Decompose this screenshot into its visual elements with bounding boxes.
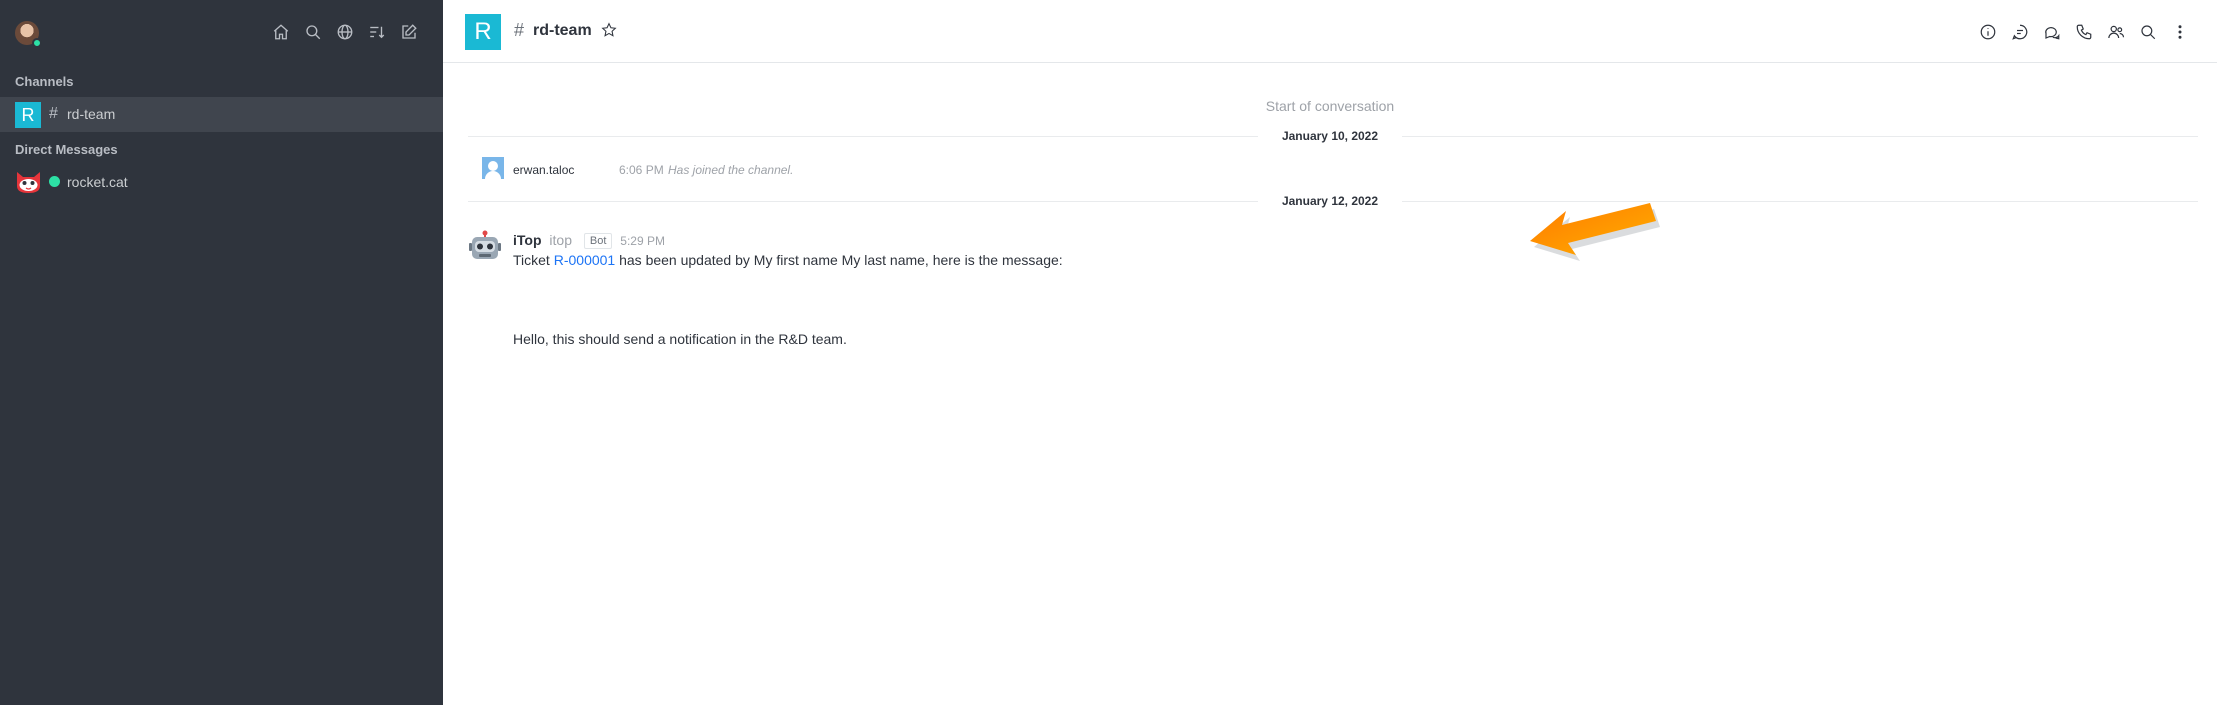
date-divider: January 10, 2022	[443, 129, 2217, 143]
members-icon[interactable]	[2106, 22, 2126, 42]
sort-icon[interactable]	[367, 22, 387, 42]
hashtag-icon: #	[514, 20, 525, 40]
system-message-user[interactable]: erwan.taloc	[513, 163, 574, 177]
room-header: R # rd-team	[443, 0, 2217, 63]
message-header: iTop itop Bot 5:29 PM	[513, 232, 665, 249]
hashtag-icon: #	[49, 105, 58, 122]
room-avatar: R	[465, 14, 501, 50]
date-divider: January 12, 2022	[443, 194, 2217, 208]
call-icon[interactable]	[2074, 22, 2094, 42]
online-status-indicator	[49, 176, 60, 187]
sidebar-item-rd-team[interactable]: R # rd-team	[0, 97, 443, 132]
discussion-icon[interactable]	[2042, 22, 2062, 42]
system-message-time: 6:06 PM	[619, 163, 664, 177]
bot-avatar[interactable]	[468, 230, 502, 264]
search-icon[interactable]	[303, 22, 323, 42]
message-text-prefix: Ticket	[513, 252, 554, 268]
sidebar-item-label: rocket.cat	[67, 174, 128, 190]
message-author[interactable]: iTop	[513, 232, 542, 248]
ticket-link[interactable]: R-000001	[554, 252, 616, 268]
channel-avatar: R	[15, 102, 41, 128]
rocket-cat-avatar	[17, 172, 40, 193]
user-avatar[interactable]	[15, 21, 42, 48]
date-divider-label: January 10, 2022	[1257, 129, 1403, 143]
info-icon[interactable]	[1978, 22, 1998, 42]
system-message-text: Has joined the channel.	[668, 163, 794, 177]
message-time: 5:29 PM	[620, 234, 665, 248]
start-of-conversation-label: Start of conversation	[1265, 98, 1395, 114]
message-text-suffix: has been updated by My first name My las…	[615, 252, 1063, 268]
kebab-menu-icon[interactable]	[2170, 22, 2190, 42]
direct-messages-section-title: Direct Messages	[15, 142, 118, 157]
home-icon[interactable]	[271, 22, 291, 42]
directory-icon[interactable]	[335, 22, 355, 42]
user-avatar[interactable]	[482, 157, 504, 179]
sidebar-item-label: rd-team	[67, 106, 116, 122]
channels-section-title: Channels	[15, 74, 74, 89]
main-content: R # rd-team Start of conversation Januar…	[443, 0, 2217, 705]
bot-badge: Bot	[583, 233, 613, 249]
user-status-indicator	[32, 38, 42, 48]
sidebar: Channels R # rd-team Direct Messages roc…	[0, 0, 443, 705]
create-new-icon[interactable]	[399, 22, 419, 42]
sidebar-item-rocket-cat[interactable]: rocket.cat	[0, 166, 443, 198]
star-icon[interactable]	[601, 22, 619, 40]
arrow-annotation-icon	[1530, 203, 1660, 261]
date-divider-label: January 12, 2022	[1257, 194, 1403, 208]
sidebar-header	[0, 0, 443, 64]
threads-icon[interactable]	[2010, 22, 2030, 42]
message-text: Ticket R-000001 has been updated by My f…	[513, 252, 1063, 268]
room-title[interactable]: rd-team	[533, 22, 592, 40]
message-body: Hello, this should send a notification i…	[513, 331, 847, 347]
search-icon[interactable]	[2138, 22, 2158, 42]
message-username[interactable]: itop	[549, 232, 572, 248]
